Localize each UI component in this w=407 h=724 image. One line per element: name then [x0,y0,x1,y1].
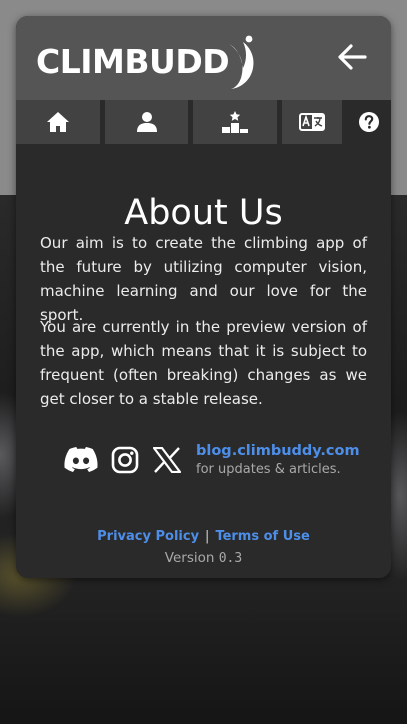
discord-icon [64,447,98,472]
about-paragraph-aim: Our aim is to create the climbing app of… [40,234,367,324]
climbuddy-logo: CLIMBUDD [36,35,259,96]
header: CLIMBUDD [16,16,391,100]
arrow-left-icon [338,44,367,70]
home-icon [47,112,69,132]
legal-links: Privacy Policy | Terms of Use [16,527,391,547]
logo-text: CLIMBUDD [36,42,230,81]
language-icon [299,113,325,131]
logo-swoosh-icon [229,35,254,89]
tab-about[interactable] [347,100,391,144]
version-number: 0.3 [218,551,243,566]
terms-of-use-link[interactable]: Terms of Use [215,529,309,544]
blog-info: blog.climbuddy.com for updates & article… [196,442,360,480]
help-icon [359,112,379,132]
tab-profile[interactable] [105,100,188,144]
user-icon [136,112,157,132]
back-button[interactable] [335,40,369,74]
page-title: About Us [124,193,283,234]
privacy-policy-link[interactable]: Privacy Policy [97,529,199,544]
nav-tabs [16,100,391,144]
version-info: Version 0.3 [16,548,391,569]
podium-icon [222,111,248,133]
instagram-icon [111,446,139,474]
version-label: Version [164,550,215,566]
discord-link[interactable] [62,440,100,480]
x-icon [153,447,181,473]
about-paragraph-preview: You are currently in the preview version… [40,318,367,408]
x-link[interactable] [152,440,182,480]
social-links [62,440,182,480]
tab-language[interactable] [282,100,342,144]
tab-leaderboard[interactable] [193,100,277,144]
blog-link[interactable]: blog.climbuddy.com [196,442,360,460]
legal-separator: | [205,529,210,544]
tab-home[interactable] [16,100,100,144]
about-panel: CLIMBUDD About Us Our aim is to create t… [16,16,391,578]
blog-subtitle: for updates & articles. [196,462,341,477]
instagram-link[interactable] [110,440,140,480]
